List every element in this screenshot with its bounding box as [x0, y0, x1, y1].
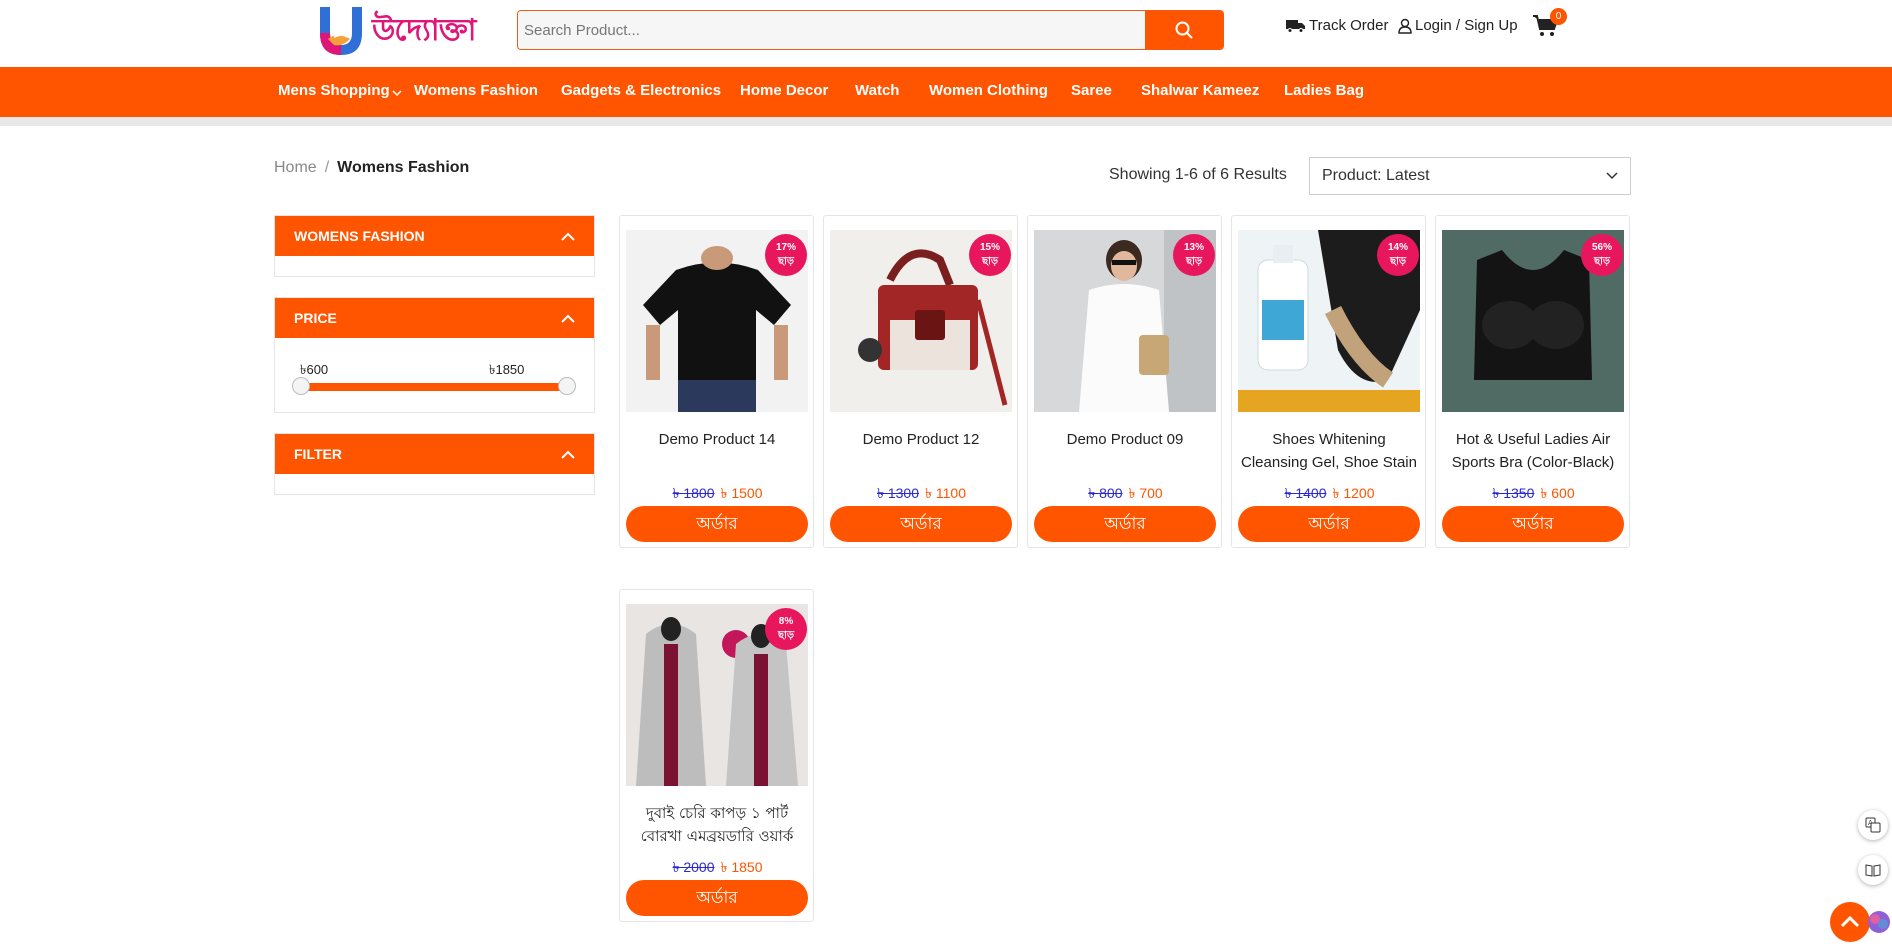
old-price: ৳ 1400	[1284, 485, 1327, 501]
main-nav: Mens Shopping Womens Fashion Gadgets & E…	[0, 67, 1892, 117]
new-price: ৳ 700	[1128, 485, 1163, 501]
discount-badge: 14% ছাড়	[1377, 234, 1419, 276]
site-header: উদ্যোক্তা Track Order Login / Sign Up	[0, 0, 1892, 66]
logo-icon	[320, 7, 362, 55]
new-price: ৳ 1500	[720, 485, 763, 501]
order-button[interactable]: অর্ডার	[1442, 506, 1624, 542]
product-card[interactable]: 15% ছাড় Demo Product 12 ৳ 1300 ৳ 1100 অর্…	[823, 215, 1018, 548]
order-button[interactable]: অর্ডার	[1238, 506, 1420, 542]
new-price: ৳ 600	[1540, 485, 1575, 501]
product-prices: ৳ 1800 ৳ 1500	[620, 482, 815, 506]
chevron-up-icon	[561, 314, 575, 323]
nav-saree[interactable]: Saree	[1071, 82, 1112, 99]
cart-count-badge: 0	[1550, 8, 1567, 25]
product-name[interactable]: দুবাই চেরি কাপড় ১ পার্ট বোরখা এমব্রয়ডা…	[628, 802, 806, 848]
nav-shalwar-kameez[interactable]: Shalwar Kameez	[1141, 82, 1259, 99]
price-slider-max-handle[interactable]	[558, 377, 576, 395]
login-label: Login / Sign Up	[1415, 17, 1518, 34]
login-link[interactable]: Login / Sign Up	[1398, 17, 1518, 34]
old-price: ৳ 1350	[1492, 485, 1535, 501]
chevron-up-icon	[1840, 915, 1860, 928]
old-price: ৳ 800	[1088, 485, 1123, 501]
nav-ladies-bag[interactable]: Ladies Bag	[1284, 82, 1364, 99]
order-button[interactable]: অর্ডার	[830, 506, 1012, 542]
search-bar	[517, 10, 1224, 50]
old-price: ৳ 1800	[672, 485, 715, 501]
product-card[interactable]: 14% ছাড় Shoes Whitening Cleansing Gel, S…	[1231, 215, 1426, 548]
price-panel-header[interactable]: PRICE	[275, 298, 594, 338]
breadcrumb: Home / Womens Fashion	[274, 159, 469, 177]
breadcrumb-current: Womens Fashion	[337, 159, 470, 176]
price-slider-track[interactable]	[300, 383, 568, 391]
search-icon	[1175, 21, 1193, 39]
nav-mens-shopping[interactable]: Mens Shopping	[278, 82, 390, 99]
filter-panel: FILTER	[274, 433, 595, 495]
filter-panel-header[interactable]: FILTER	[275, 434, 594, 474]
new-price: ৳ 1100	[925, 485, 966, 501]
discount-badge: 56% ছাড়	[1581, 234, 1623, 276]
product-card[interactable]: 8% ছাড় দুবাই চেরি কাপড় ১ পার্ট বোরখা এম…	[619, 589, 814, 922]
scroll-to-top-button[interactable]	[1830, 902, 1870, 942]
brain-icon[interactable]	[1866, 908, 1892, 935]
old-price: ৳ 2000	[672, 859, 715, 875]
nav-watch[interactable]: Watch	[855, 82, 899, 99]
nav-womens-fashion[interactable]: Womens Fashion	[414, 82, 538, 99]
product-card[interactable]: 13% ছাড় Demo Product 09 ৳ 800 ৳ 700 অর্ডা…	[1027, 215, 1222, 548]
order-button[interactable]: অর্ডার	[626, 506, 808, 542]
product-name[interactable]: Demo Product 09	[1036, 428, 1214, 451]
user-icon	[1398, 18, 1412, 34]
discount-badge: 15% ছাড়	[969, 234, 1011, 276]
category-panel-header[interactable]: WOMENS FASHION	[275, 216, 594, 256]
truck-icon	[1286, 19, 1305, 33]
product-name[interactable]: Demo Product 14	[628, 428, 806, 451]
site-logo[interactable]: উদ্যোক্তা	[314, 2, 479, 60]
order-button[interactable]: অর্ডার	[626, 880, 808, 916]
product-prices: ৳ 1350 ৳ 600	[1436, 482, 1631, 506]
nav-divider	[0, 117, 1892, 126]
price-max-label: ৳1850	[489, 362, 525, 377]
discount-badge: 17% ছাড়	[765, 234, 807, 276]
new-price: ৳ 1200	[1332, 485, 1375, 501]
track-order-link[interactable]: Track Order	[1286, 17, 1388, 34]
sort-selected-value: Product: Latest	[1322, 167, 1430, 184]
old-price: ৳ 1300	[877, 485, 920, 501]
product-prices: ৳ 2000 ৳ 1850	[620, 856, 815, 880]
track-order-label: Track Order	[1309, 17, 1389, 34]
chevron-down-icon[interactable]	[392, 89, 402, 97]
nav-gadgets-electronics[interactable]: Gadgets & Electronics	[561, 82, 721, 99]
product-prices: ৳ 800 ৳ 700	[1028, 482, 1223, 506]
product-prices: ৳ 1400 ৳ 1200	[1232, 482, 1427, 506]
price-panel: PRICE	[274, 297, 595, 413]
chevron-down-icon	[1606, 172, 1618, 180]
price-slider-min-handle[interactable]	[292, 377, 310, 395]
breadcrumb-home[interactable]: Home	[274, 159, 317, 177]
product-prices: ৳ 1300 ৳ 1100	[824, 482, 1019, 506]
sort-select[interactable]: Product: Latest	[1309, 157, 1631, 195]
product-card[interactable]: 56% ছাড় Hot & Useful Ladies Air Sports B…	[1435, 215, 1630, 548]
search-button[interactable]	[1145, 11, 1223, 49]
breadcrumb-separator: /	[324, 159, 330, 176]
chevron-up-icon	[561, 450, 575, 459]
discount-badge: 13% ছাড়	[1173, 234, 1215, 276]
results-count: Showing 1-6 of 6 Results	[1109, 166, 1287, 183]
reader-icon[interactable]	[1858, 855, 1888, 885]
search-input[interactable]	[518, 11, 1145, 49]
category-panel: WOMENS FASHION	[274, 215, 595, 277]
chevron-up-icon	[561, 232, 575, 241]
product-card[interactable]: 17% ছাড় Demo Product 14 ৳ 1800 ৳ 1500 অর্…	[619, 215, 814, 548]
category-panel-title: WOMENS FASHION	[294, 228, 425, 244]
logo-text: উদ্যোক্তা	[372, 12, 476, 48]
translate-icon[interactable]: A	[1858, 810, 1888, 840]
order-button[interactable]: অর্ডার	[1034, 506, 1216, 542]
product-name[interactable]: Hot & Useful Ladies Air Sports Bra (Colo…	[1444, 428, 1622, 474]
new-price: ৳ 1850	[720, 859, 763, 875]
product-name[interactable]: Demo Product 12	[832, 428, 1010, 451]
discount-badge: 8% ছাড়	[765, 608, 807, 650]
product-name[interactable]: Shoes Whitening Cleansing Gel, Shoe Stai…	[1240, 428, 1418, 474]
price-panel-title: PRICE	[294, 310, 337, 326]
filter-panel-title: FILTER	[294, 446, 342, 462]
nav-home-decor[interactable]: Home Decor	[740, 82, 828, 99]
nav-women-clothing[interactable]: Women Clothing	[929, 82, 1048, 99]
